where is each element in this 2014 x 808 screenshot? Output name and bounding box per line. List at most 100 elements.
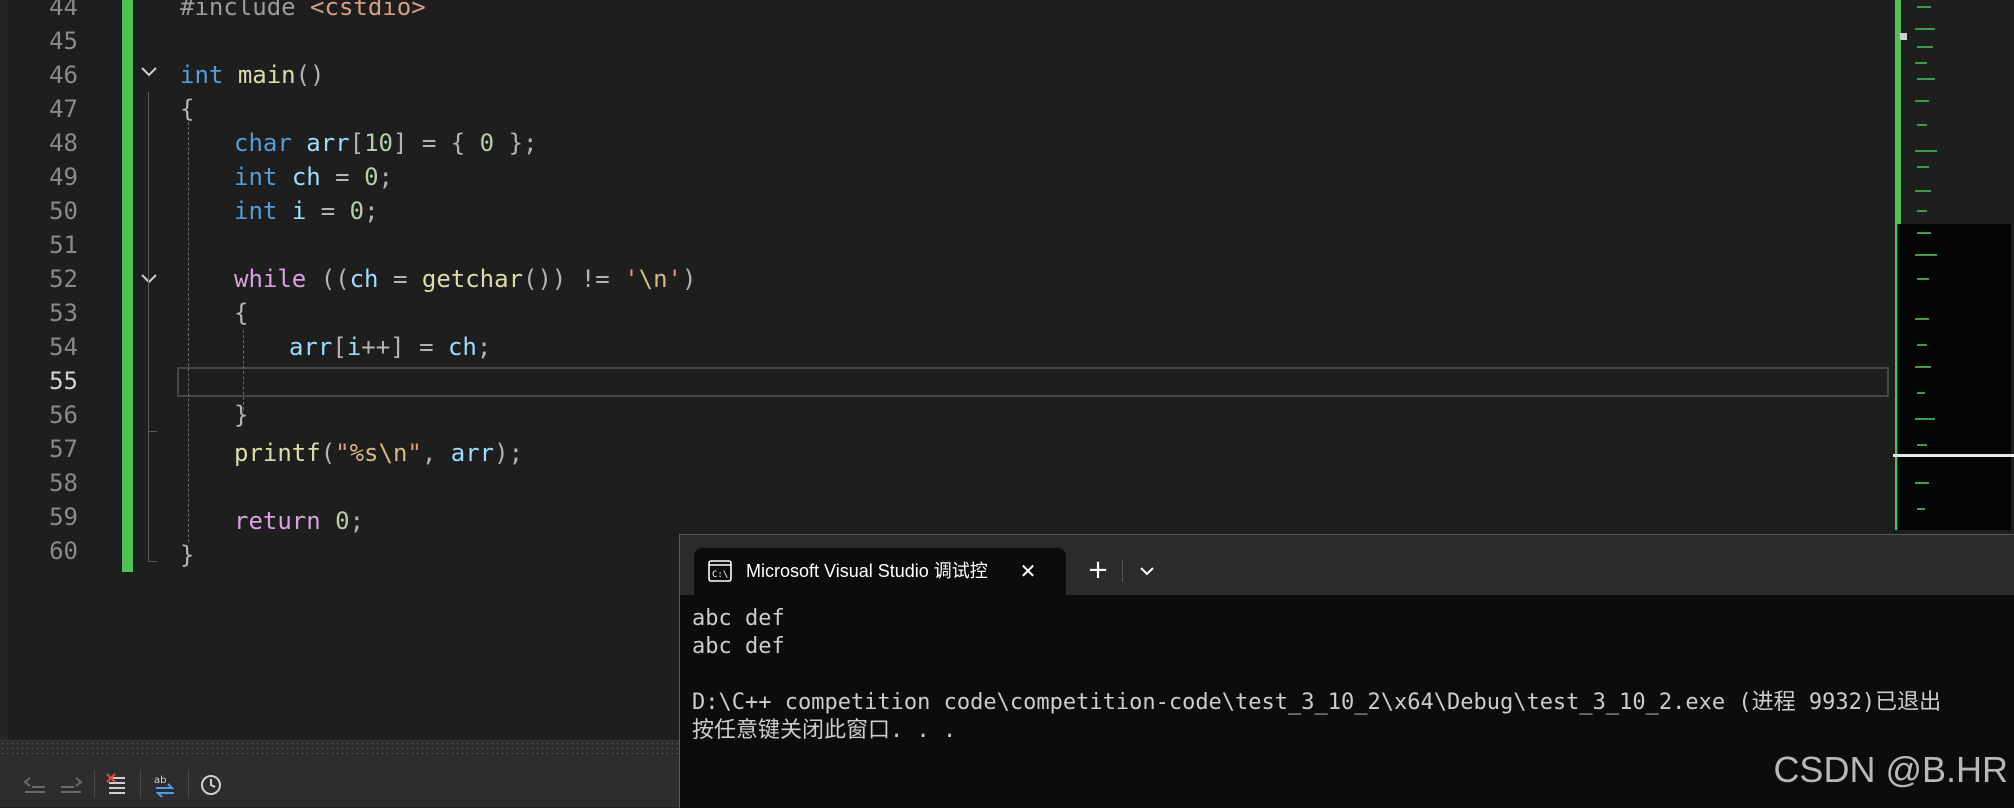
collapse-chevron-icon[interactable] <box>136 59 162 85</box>
minimap-viewport[interactable] <box>1897 224 2011 530</box>
terminal-tab[interactable]: C:\ Microsoft Visual Studio 调试控 ✕ <box>694 548 1066 595</box>
comment-out-icon[interactable] <box>104 772 130 798</box>
format-specifier: %s <box>349 439 379 467</box>
punctuation: ) <box>682 265 697 293</box>
line-number: 59 <box>49 503 78 531</box>
operator: ] = <box>390 333 448 361</box>
brace: } <box>234 401 249 429</box>
minimap-line <box>1917 278 1929 280</box>
punctuation: (( <box>306 265 350 293</box>
minimap-line <box>1915 28 1935 30</box>
fold-region-end <box>148 431 157 432</box>
minimap-line <box>1917 508 1925 510</box>
string-quote: " <box>407 439 422 467</box>
code-line-57: printf("%s\n", arr); <box>234 436 523 470</box>
editor-left-margin <box>0 0 8 740</box>
minimap-line <box>1915 100 1929 102</box>
minimap-line <box>1917 232 1931 234</box>
variable: arr <box>306 129 350 157</box>
operator: = <box>320 163 365 191</box>
operator: ()) != <box>523 265 625 293</box>
code-line-56: } <box>234 398 248 432</box>
uncomment-icon[interactable]: ab <box>152 772 178 798</box>
variable: i <box>291 197 307 225</box>
code-line-47: { <box>180 92 194 126</box>
change-tracking-bar <box>122 0 133 572</box>
operator: = <box>306 197 350 225</box>
punctuation: ( <box>320 439 336 467</box>
minimap-line <box>1915 482 1929 484</box>
line-number: 50 <box>49 197 78 225</box>
code-minimap[interactable] <box>1893 0 2014 535</box>
minimap-caret-line <box>1893 454 2014 457</box>
line-number: 46 <box>49 61 78 89</box>
indent-icon[interactable] <box>58 772 84 798</box>
type-keyword: int <box>180 61 224 89</box>
punctuation: ] = { <box>392 129 480 157</box>
minimap-line <box>1915 366 1931 368</box>
line-number: 54 <box>49 333 78 361</box>
minimap-line <box>1917 124 1927 126</box>
output-line: abc def <box>692 606 785 631</box>
line-number: 47 <box>49 95 78 123</box>
chevron-down-icon[interactable] <box>1129 553 1165 589</box>
line-number-active: 55 <box>49 367 78 395</box>
code-line-53: { <box>234 296 248 330</box>
minimap-line <box>1915 254 1937 256</box>
variable: i <box>346 333 362 361</box>
line-number: 51 <box>49 231 78 259</box>
code-line-49: int ch = 0; <box>234 160 393 194</box>
brace: { <box>234 299 249 327</box>
brace: { <box>180 95 195 123</box>
variable: arr <box>289 333 333 361</box>
minimap-line <box>1915 150 1937 152</box>
include-header: <cstdio> <box>295 0 426 21</box>
collapse-chevron-icon[interactable] <box>136 266 162 292</box>
outdent-icon[interactable] <box>22 772 48 798</box>
svg-text:C:\: C:\ <box>712 570 728 580</box>
code-line-50: int i = 0; <box>234 194 379 228</box>
number-literal: 10 <box>364 129 393 157</box>
terminal-tab-title: Microsoft Visual Studio 调试控 <box>746 561 988 581</box>
function-name: printf <box>234 439 321 467</box>
new-tab-button[interactable]: + <box>1080 552 1116 588</box>
line-number: 56 <box>49 401 78 429</box>
punctuation: }; <box>494 129 538 157</box>
line-number: 57 <box>49 435 78 463</box>
code-line-60: } <box>180 538 194 572</box>
close-tab-button[interactable]: ✕ <box>1016 559 1040 583</box>
minimap-line <box>1915 318 1929 320</box>
toolbar-separator <box>140 770 141 798</box>
code-line-44: #include <cstdio> <box>180 0 426 24</box>
control-keyword: while <box>234 265 307 293</box>
minimap-line <box>1917 392 1925 394</box>
variable: ch <box>291 163 321 191</box>
minimap-line <box>1915 190 1931 192</box>
variable: arr <box>450 439 495 467</box>
editor-splitter[interactable] <box>0 740 680 757</box>
minimap-line <box>1917 344 1927 346</box>
fold-region-end <box>148 561 157 562</box>
terminal-icon: C:\ <box>708 560 732 582</box>
toolbar-separator <box>188 770 189 798</box>
code-line-59: return 0; <box>234 504 364 538</box>
char-literal-quote: ' <box>624 265 639 293</box>
line-number: 48 <box>49 129 78 157</box>
punctuation: ; <box>364 197 379 225</box>
line-number: 52 <box>49 265 78 293</box>
minimap-line <box>1917 166 1929 168</box>
punctuation: , <box>421 439 451 467</box>
output-line: 按任意键关闭此窗口. . . <box>692 718 957 743</box>
type-keyword: int <box>234 197 278 225</box>
number-literal: 0 <box>335 507 350 535</box>
type-keyword: char <box>234 129 292 157</box>
punctuation: ; <box>476 333 492 361</box>
punctuation: [ <box>332 333 347 361</box>
char-literal-quote: ' <box>667 265 682 293</box>
history-icon[interactable] <box>198 772 224 798</box>
terminal-title-bar[interactable]: C:\ Microsoft Visual Studio 调试控 ✕ + <box>680 535 2014 595</box>
variable: ch <box>349 265 379 293</box>
line-number-gutter: 44 45 46 47 48 49 50 51 52 53 54 55 56 5… <box>8 0 120 740</box>
